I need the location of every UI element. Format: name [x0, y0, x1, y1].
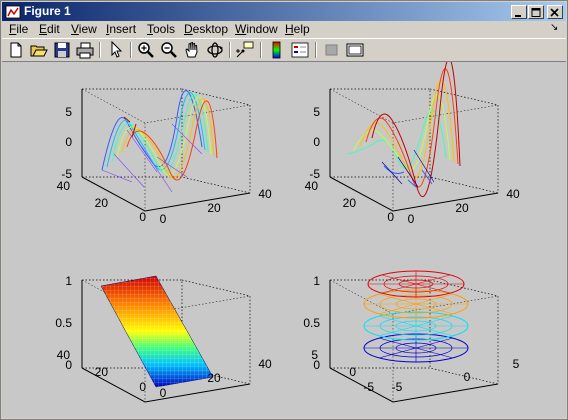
surface-mesh-grid	[101, 276, 213, 387]
axes-bottom-left[interactable]: 1 0.5 0 40 20 0 0 20 40	[55, 274, 272, 403]
open-file-icon	[30, 45, 48, 57]
save-icon	[54, 42, 70, 58]
x-tick-label: 5	[513, 357, 520, 371]
zoom-in-button[interactable]	[136, 40, 156, 60]
data-cursor-icon	[236, 41, 254, 58]
insert-legend-icon	[291, 42, 309, 58]
z-tick-label: 1	[313, 274, 320, 288]
insert-colorbar-button[interactable]	[267, 40, 287, 60]
x-tick-label: 0	[464, 370, 471, 384]
menu-window[interactable]: Window	[235, 22, 278, 36]
window-title: Figure 1	[24, 4, 71, 18]
z-tick-label: 5	[65, 105, 72, 119]
menu-file[interactable]: File	[9, 22, 28, 36]
title-bar[interactable]: Figure 1	[2, 2, 566, 21]
figure-canvas[interactable]: 5 0 -5 40 20 0 0 20 40 5 0 -5 40 20 0 0 …	[2, 62, 566, 418]
menu-bar: File Edit View Insert Tools Desktop Wind…	[2, 21, 566, 37]
y-tick-label: 20	[95, 196, 109, 210]
x-tick-label: 20	[207, 371, 221, 385]
new-figure-icon	[10, 42, 22, 58]
pan-button[interactable]	[182, 40, 202, 60]
menu-insert[interactable]: Insert	[106, 22, 136, 36]
y-tick-label: 20	[343, 196, 357, 210]
x-tick-label: 0	[408, 212, 415, 226]
toolbar-separator	[229, 42, 231, 58]
z-tick-label: 0	[65, 135, 72, 149]
axes-box	[329, 279, 499, 403]
edit-plot-arrow-icon	[111, 40, 123, 58]
y-tick-label: 40	[57, 348, 71, 362]
axes-bottom-right[interactable]: 1 0.5 0 5 0 -5 -5 0 5	[303, 270, 520, 403]
close-icon	[550, 8, 559, 17]
menu-help[interactable]: Help	[285, 22, 310, 36]
surface-mesh	[347, 62, 461, 197]
rotate-3d-icon	[207, 42, 223, 58]
print-button[interactable]	[75, 40, 95, 60]
toolbar-separator	[130, 42, 132, 58]
maximize-icon	[531, 8, 541, 17]
menu-tools[interactable]: Tools	[147, 22, 175, 36]
show-plot-tools-button[interactable]	[345, 40, 365, 60]
axes-top-right[interactable]: 5 0 -5 40 20 0 0 20 40	[305, 62, 520, 226]
print-icon	[76, 42, 94, 59]
data-cursor-button[interactable]	[235, 40, 255, 60]
toolbar-separator	[315, 42, 317, 58]
minimize-icon	[515, 15, 521, 17]
y-tick-label: 0	[387, 210, 394, 224]
save-button[interactable]	[52, 40, 72, 60]
hide-plot-tools-icon	[325, 44, 338, 56]
figure-toolbar	[2, 38, 566, 62]
z-tick-label: 0.5	[55, 316, 72, 330]
rotate-3d-button[interactable]	[205, 40, 225, 60]
edit-plot-button[interactable]	[106, 40, 126, 60]
menu-view[interactable]: View	[71, 22, 97, 36]
y-tick-label: 0	[139, 210, 146, 224]
y-tick-label: 20	[95, 365, 109, 379]
x-tick-label: 40	[506, 187, 520, 201]
x-tick-label: 20	[207, 201, 221, 215]
x-tick-label: 0	[160, 212, 167, 226]
show-plot-tools-icon	[346, 43, 364, 57]
insert-colorbar-icon	[272, 41, 281, 59]
z-tick-label: 0	[313, 135, 320, 149]
new-figure-button[interactable]	[6, 40, 26, 60]
disk-mesh	[367, 270, 465, 298]
x-tick-label: 20	[455, 201, 469, 215]
menu-desktop[interactable]: Desktop	[184, 22, 228, 36]
z-tick-label: 5	[313, 105, 320, 119]
toolbar-separator	[260, 42, 262, 58]
y-tick-label: -5	[363, 380, 374, 394]
minimize-button[interactable]	[511, 5, 527, 19]
insert-legend-button[interactable]	[290, 40, 310, 60]
toolbar-separator	[99, 42, 101, 58]
z-tick-label: 1	[65, 274, 72, 288]
pan-hand-icon	[185, 41, 198, 58]
x-tick-label: -5	[392, 380, 403, 394]
subplots-area: 5 0 -5 40 20 0 0 20 40 5 0 -5 40 20 0 0 …	[55, 62, 520, 403]
dock-arrow-icon[interactable]: ↘	[550, 22, 558, 33]
y-tick-label: 40	[305, 179, 319, 193]
x-tick-label: 0	[160, 386, 167, 400]
close-button[interactable]	[547, 5, 563, 19]
zoom-in-icon	[138, 42, 154, 58]
x-tick-label: 40	[258, 357, 272, 371]
axes-top-left[interactable]: 5 0 -5 40 20 0 0 20 40	[57, 88, 272, 226]
matlab-figure-icon	[5, 5, 21, 19]
figure-window: Figure 1 File Edit View Insert Tools Des…	[0, 0, 568, 420]
y-tick-label: 0	[139, 380, 146, 394]
y-tick-label: 5	[311, 348, 318, 362]
y-tick-label: 0	[349, 365, 356, 379]
hide-plot-tools-button[interactable]	[322, 40, 342, 60]
z-tick-label: 0.5	[303, 316, 320, 330]
zoom-out-icon	[161, 42, 177, 58]
menu-edit[interactable]: Edit	[39, 22, 60, 36]
y-tick-label: 40	[57, 179, 71, 193]
x-tick-label: 40	[258, 187, 272, 201]
maximize-button[interactable]	[528, 5, 544, 19]
open-file-button[interactable]	[29, 40, 49, 60]
zoom-out-button[interactable]	[159, 40, 179, 60]
